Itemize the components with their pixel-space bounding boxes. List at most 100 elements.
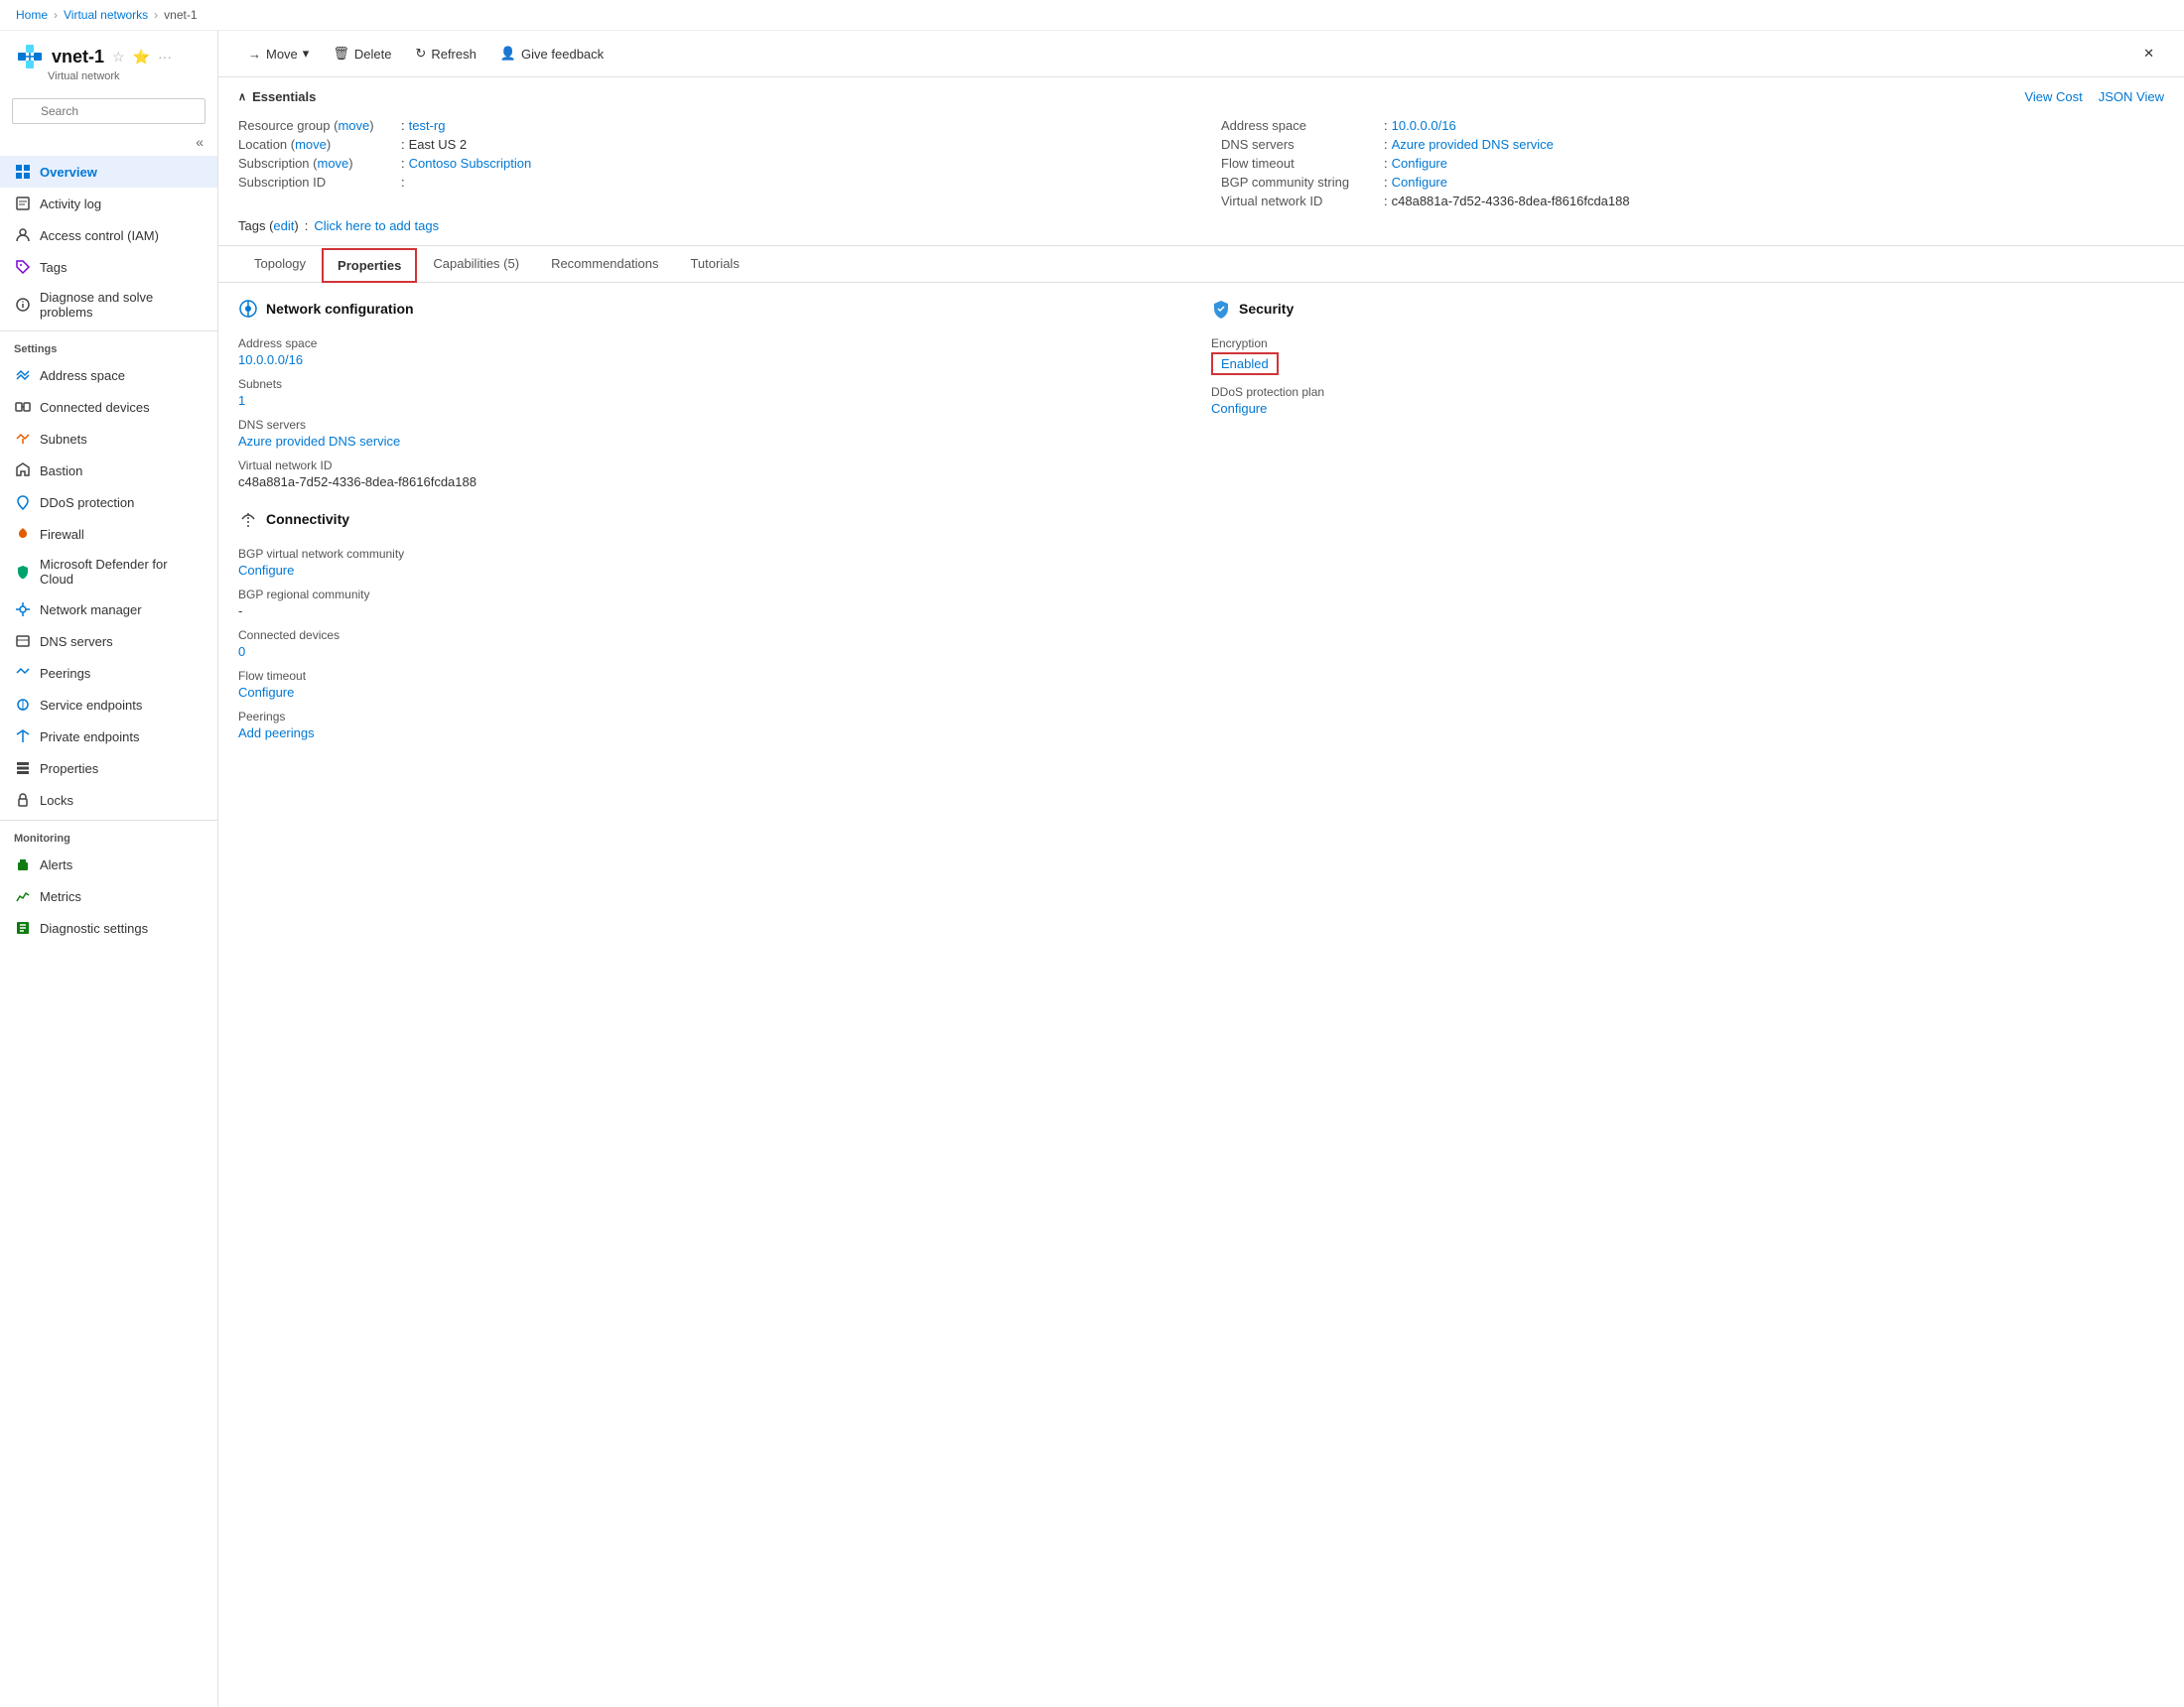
encryption-value: Enabled <box>1221 356 1269 371</box>
sidebar-item-dns-servers[interactable]: DNS servers <box>0 625 217 657</box>
tab-topology[interactable]: Topology <box>238 246 322 283</box>
nc-subnets-value[interactable]: 1 <box>238 393 245 408</box>
sidebar-item-activity-log[interactable]: Activity log <box>0 188 217 219</box>
ddos-configure-link[interactable]: Configure <box>1211 401 1267 416</box>
refresh-button[interactable]: ↻ Refresh <box>405 41 485 66</box>
sidebar-item-subnets[interactable]: Subnets <box>0 423 217 455</box>
conn-bgp-regional: BGP regional community - <box>238 588 1191 618</box>
properties-panel: Network configuration Address space 10.0… <box>218 283 2184 766</box>
tab-recommendations[interactable]: Recommendations <box>535 246 674 283</box>
sidebar-item-ddos[interactable]: DDoS protection <box>0 486 217 518</box>
resource-group-move-link[interactable]: move <box>338 118 369 133</box>
sidebar-item-metrics[interactable]: Metrics <box>0 880 217 912</box>
nc-dns-value[interactable]: Azure provided DNS service <box>238 434 400 449</box>
star-icon[interactable]: ⭐ <box>133 49 150 66</box>
tab-properties[interactable]: Properties <box>322 248 417 283</box>
monitoring-section-label: Monitoring <box>0 820 217 849</box>
metrics-label: Metrics <box>40 889 81 904</box>
ddos-label: DDoS protection <box>40 495 134 510</box>
activity-log-icon <box>14 195 32 212</box>
conn-flow-timeout-value[interactable]: Configure <box>238 685 294 700</box>
essentials-title-text: Essentials <box>252 89 316 104</box>
diagnose-label: Diagnose and solve problems <box>40 290 204 320</box>
dns-servers-label: DNS servers <box>40 634 113 649</box>
diag-settings-icon <box>14 919 32 937</box>
private-ep-icon <box>14 727 32 745</box>
sidebar-nav: Overview Activity log Access control (IA… <box>0 156 217 1707</box>
sidebar-item-connected-devices[interactable]: Connected devices <box>0 391 217 423</box>
sidebar-item-firewall[interactable]: Firewall <box>0 518 217 550</box>
iam-label: Access control (IAM) <box>40 228 159 243</box>
dns-servers-value[interactable]: Azure provided DNS service <box>1392 137 1554 152</box>
sidebar-item-locks[interactable]: Locks <box>0 784 217 816</box>
nc-address-space-value[interactable]: 10.0.0.0/16 <box>238 352 303 367</box>
location-move-link[interactable]: move <box>295 137 327 152</box>
nc-vnet-id: Virtual network ID c48a881a-7d52-4336-8d… <box>238 459 1191 489</box>
private-endpoints-label: Private endpoints <box>40 729 139 744</box>
sidebar-item-alerts[interactable]: Alerts <box>0 849 217 880</box>
conn-bgp-community: BGP virtual network community Configure <box>238 547 1191 578</box>
location-value: East US 2 <box>409 137 468 152</box>
delete-button[interactable]: 🗑 Delete <box>323 41 401 66</box>
view-cost-link[interactable]: View Cost <box>2024 89 2082 104</box>
sidebar-item-properties[interactable]: Properties <box>0 752 217 784</box>
sidebar-item-service-endpoints[interactable]: Service endpoints <box>0 689 217 721</box>
sidebar: vnet-1 ☆ ⭐ ··· Virtual network « Overvie… <box>0 31 218 1707</box>
tags-row: Tags (edit) : Click here to add tags <box>238 210 2164 233</box>
conn-devices-value[interactable]: 0 <box>238 644 245 659</box>
breadcrumb-home[interactable]: Home <box>16 8 48 22</box>
pin-icon[interactable]: ☆ <box>112 49 125 66</box>
activity-log-label: Activity log <box>40 197 101 211</box>
diagnose-icon <box>14 296 32 314</box>
tab-tutorials[interactable]: Tutorials <box>674 246 754 283</box>
sidebar-item-diagnostic-settings[interactable]: Diagnostic settings <box>0 912 217 944</box>
json-view-link[interactable]: JSON View <box>2099 89 2164 104</box>
tags-edit-link[interactable]: edit <box>273 218 294 233</box>
resource-title: vnet-1 ☆ ⭐ ··· <box>16 43 202 70</box>
subscription-value[interactable]: Contoso Subscription <box>409 156 532 171</box>
conn-bgp-regional-value: - <box>238 603 1191 618</box>
peerings-label: Peerings <box>40 666 90 681</box>
move-button[interactable]: → Move ▾ <box>238 41 319 66</box>
tabs-bar: Topology Properties Capabilities (5) Rec… <box>218 246 2184 283</box>
conn-flow-timeout: Flow timeout Configure <box>238 669 1191 700</box>
conn-peerings: Peerings Add peerings <box>238 710 1191 740</box>
tab-capabilities[interactable]: Capabilities (5) <box>417 246 535 283</box>
security-ddos: DDoS protection plan Configure <box>1211 385 2164 416</box>
essentials-collapse-icon[interactable]: ∧ <box>238 90 246 103</box>
sidebar-item-network-manager[interactable]: Network manager <box>0 593 217 625</box>
resource-group-value[interactable]: test-rg <box>409 118 446 133</box>
security-icon <box>1211 299 1231 319</box>
sidebar-item-private-endpoints[interactable]: Private endpoints <box>0 721 217 752</box>
more-icon[interactable]: ··· <box>158 49 172 65</box>
sidebar-item-diagnose[interactable]: Diagnose and solve problems <box>0 283 217 327</box>
tags-add-link[interactable]: Click here to add tags <box>314 218 439 233</box>
conn-peerings-value[interactable]: Add peerings <box>238 725 315 740</box>
search-input[interactable] <box>12 98 205 124</box>
close-button[interactable]: ✕ <box>2133 41 2164 66</box>
toolbar: → Move ▾ 🗑 Delete ↻ Refresh 👤 Give feedb… <box>218 31 2184 77</box>
address-space-label: Address space <box>40 368 125 383</box>
breadcrumb-virtual-networks[interactable]: Virtual networks <box>64 8 148 22</box>
security-title: Security <box>1239 301 1294 317</box>
conn-bgp-community-value[interactable]: Configure <box>238 563 294 578</box>
sidebar-item-peerings[interactable]: Peerings <box>0 657 217 689</box>
bgp-community-string-value[interactable]: Configure <box>1392 175 1447 190</box>
network-config-section: Network configuration Address space 10.0… <box>238 299 1191 750</box>
sidebar-item-address-space[interactable]: Address space <box>0 359 217 391</box>
collapse-sidebar-button[interactable]: « <box>190 132 209 152</box>
sidebar-item-defender[interactable]: Microsoft Defender for Cloud <box>0 550 217 593</box>
tags-label: Tags <box>40 260 67 275</box>
sidebar-item-access-control[interactable]: Access control (IAM) <box>0 219 217 251</box>
sidebar-item-overview[interactable]: Overview <box>0 156 217 188</box>
connectivity-icon <box>238 509 258 529</box>
dns-icon <box>14 632 32 650</box>
flow-timeout-value[interactable]: Configure <box>1392 156 1447 171</box>
metrics-icon <box>14 887 32 905</box>
sidebar-item-tags[interactable]: Tags <box>0 251 217 283</box>
address-space-value[interactable]: 10.0.0.0/16 <box>1392 118 1456 133</box>
sidebar-item-bastion[interactable]: Bastion <box>0 455 217 486</box>
feedback-button[interactable]: 👤 Give feedback <box>490 41 614 66</box>
peerings-icon <box>14 664 32 682</box>
subscription-move-link[interactable]: move <box>317 156 348 171</box>
